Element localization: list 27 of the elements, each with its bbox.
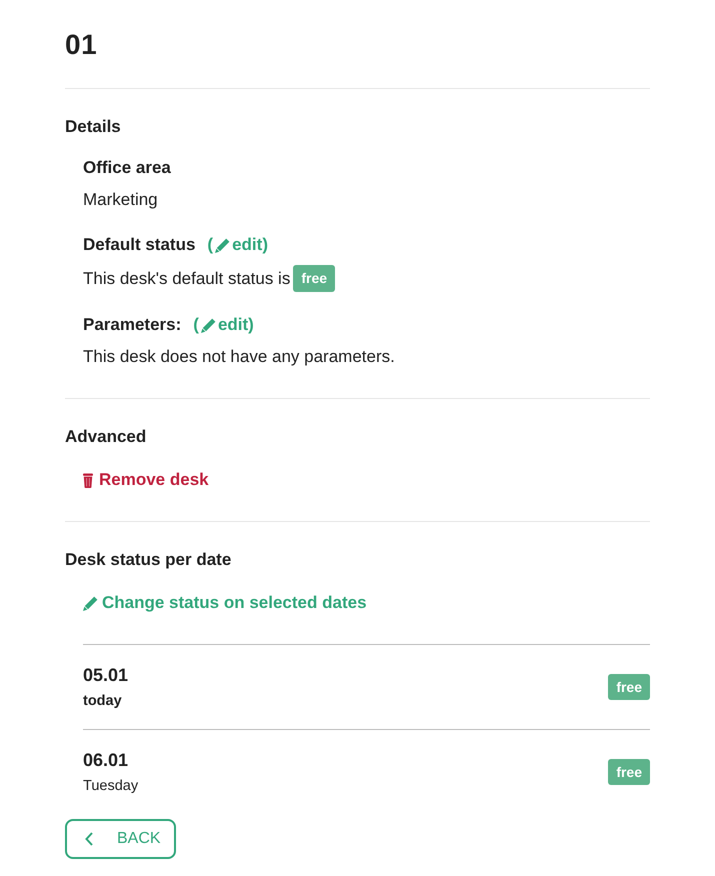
back-button[interactable]: BACK [65,819,176,859]
field-label: Office area [83,157,171,179]
day-label: Tuesday [83,777,138,796]
edit-link[interactable]: ( edit) [193,313,254,337]
field-value: Marketing [83,189,158,211]
section-heading: Details [65,116,122,138]
edit-link[interactable]: ( edit) [207,233,268,257]
status-badge: free [293,265,336,292]
pencil-icon [200,318,216,332]
status-badge: free [608,674,650,700]
field-text: This desk's default status is [83,268,290,290]
chevron-left-icon [85,832,93,846]
field-text: This desk does not have any parameters. [83,346,395,368]
pencil-icon [83,596,98,610]
section-heading: Advanced [65,426,148,448]
date-text: 05.01 [83,664,128,687]
page-title: 01 [65,28,98,62]
change-status-link[interactable]: Change status on selected dates [83,591,367,615]
status-badge: free [608,759,650,785]
field-label: Parameters: [83,314,182,336]
date-text: 06.01 [83,749,128,772]
section-heading: Desk status per date [65,549,232,571]
field-label: Default status [83,234,196,256]
trash-icon [83,472,93,488]
pencil-icon [215,238,230,252]
day-label: today [83,692,122,711]
remove-desk-link[interactable]: Remove desk [83,468,209,492]
